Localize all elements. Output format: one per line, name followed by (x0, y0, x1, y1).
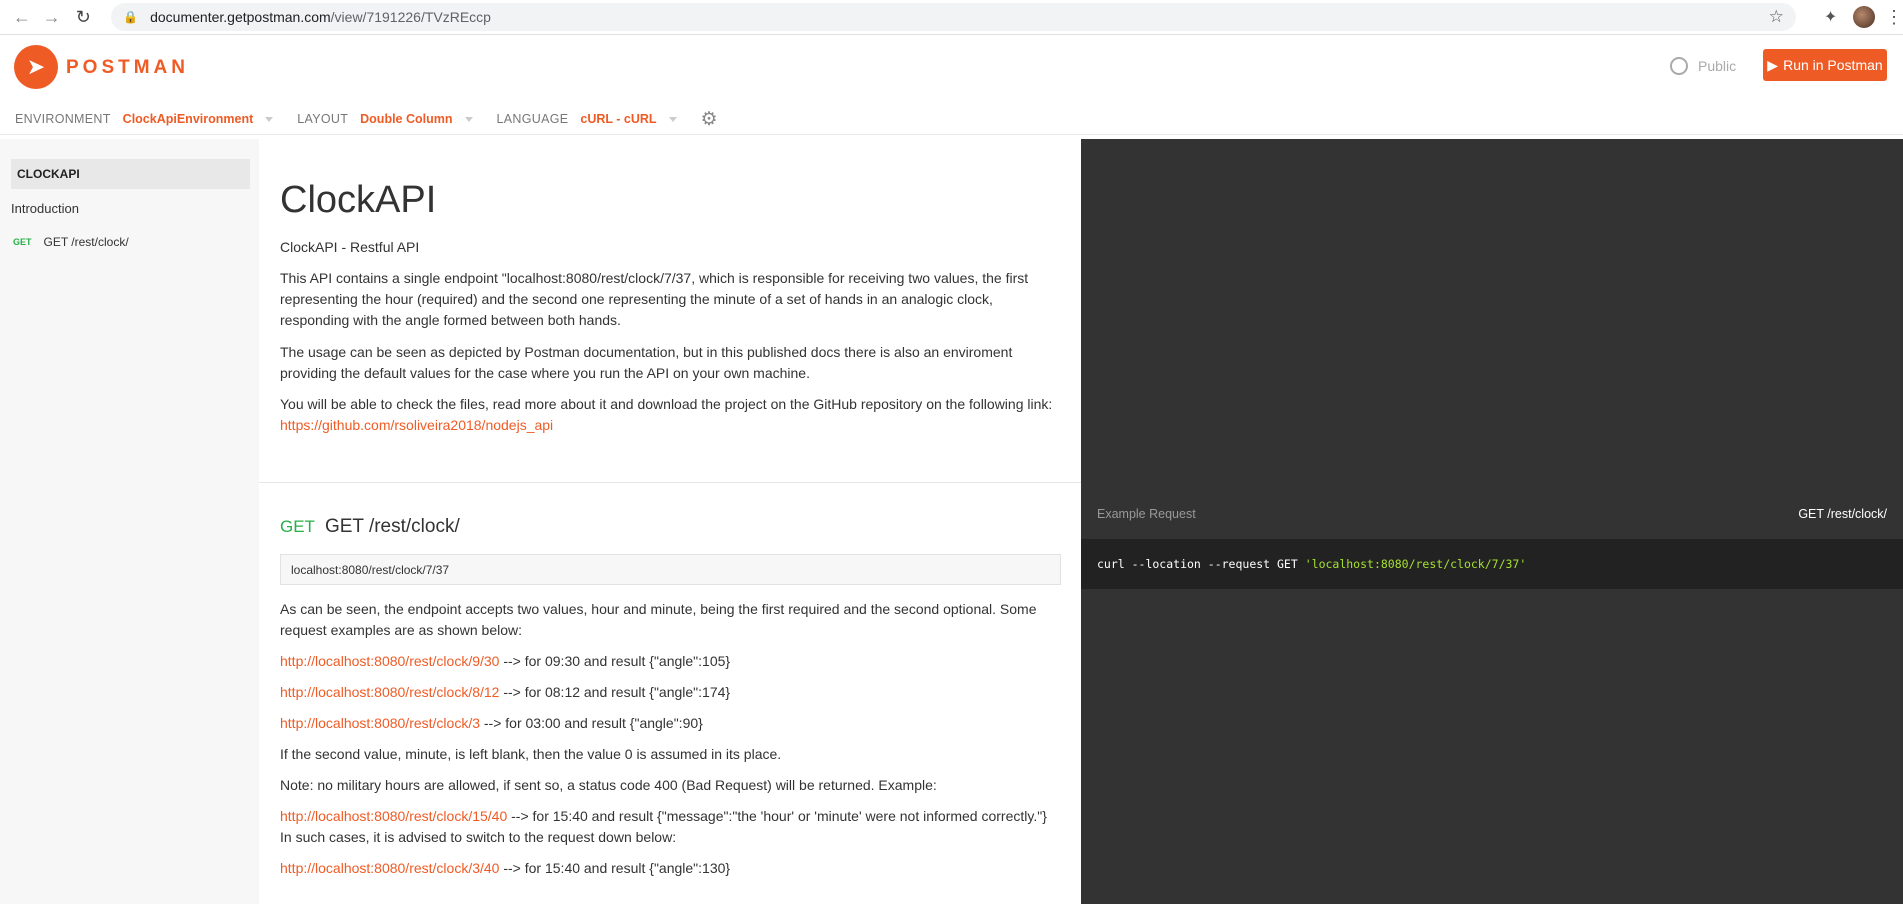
language-label: LANGUAGE (496, 112, 569, 126)
layout-label: LAYOUT (297, 112, 349, 126)
example-text: --> for 03:00 and result {"angle":90} (480, 715, 703, 731)
code-command: curl --location --request GET (1097, 557, 1305, 571)
public-indicator: Public (1670, 57, 1736, 75)
example-line: http://localhost:8080/rest/clock/8/12 --… (280, 682, 1060, 703)
note-blank-minute: If the second value, minute, is left bla… (280, 746, 782, 762)
play-icon: ▶ (1767, 56, 1779, 73)
method-badge: GET (13, 237, 32, 247)
layout-select[interactable]: Double Column (360, 112, 452, 126)
method-badge: GET (280, 517, 315, 536)
example-link[interactable]: http://localhost:8080/rest/clock/15/40 (280, 808, 507, 824)
sidebar: CLOCKAPI Introduction GET GET /rest/cloc… (0, 139, 259, 904)
docs-header: ➤ POSTMAN Public ▶ Run in Postman ENVIRO… (0, 35, 1903, 135)
star-icon[interactable]: ☆ (1769, 7, 1784, 27)
language-select[interactable]: cURL - cURL (580, 112, 656, 126)
example-request-label: Example Request (1097, 507, 1196, 521)
chevron-down-icon[interactable] (265, 116, 274, 122)
github-link[interactable]: https://github.com/rsoliveira2018/nodejs… (280, 417, 553, 433)
menu-icon[interactable]: ⋮ (1885, 7, 1903, 28)
public-label: Public (1698, 58, 1737, 74)
example-line: http://localhost:8080/rest/clock/3 --> f… (280, 713, 1060, 734)
reload-icon[interactable]: ↻ (69, 3, 97, 31)
note-military-hours: Note: no military hours are allowed, if … (280, 777, 937, 793)
url-host: documenter.getpostman.com (150, 9, 331, 25)
page-title: ClockAPI (280, 179, 437, 221)
sidebar-collection[interactable]: CLOCKAPI (11, 159, 250, 189)
gear-icon[interactable]: ⚙ (701, 108, 718, 131)
subtitle: ClockAPI - Restful API (280, 239, 420, 255)
example-link[interactable]: http://localhost:8080/rest/clock/9/30 (280, 653, 499, 669)
settings-row: ENVIRONMENT ClockApiEnvironment LAYOUT D… (0, 108, 718, 131)
puzzle-icon[interactable]: ✦ (1824, 7, 1837, 27)
example-link[interactable]: http://localhost:8080/rest/clock/3/40 (280, 860, 499, 876)
url-path: /view/7191226/TVzREccp (330, 9, 491, 25)
example-text: --> for 09:30 and result {"angle":105} (499, 653, 731, 669)
sidebar-item-introduction[interactable]: Introduction (11, 201, 79, 216)
globe-icon (1670, 57, 1688, 75)
code-snippet[interactable]: curl --location --request GET 'localhost… (1081, 539, 1903, 589)
example-line: http://localhost:8080/rest/clock/9/30 --… (280, 651, 1060, 672)
intro-paragraph-1: This API contains a single endpoint "loc… (280, 270, 1029, 328)
sidebar-item-label: GET /rest/clock/ (43, 235, 129, 249)
avatar[interactable] (1853, 6, 1876, 28)
back-arrow-icon[interactable]: ← (8, 3, 36, 31)
environment-label: ENVIRONMENT (15, 112, 111, 126)
lock-icon: 🔒 (123, 10, 139, 24)
postman-logo-icon[interactable]: ➤ (14, 45, 58, 89)
intro-paragraph-2: The usage can be seen as depicted by Pos… (280, 344, 1013, 381)
run-in-postman-button[interactable]: ▶ Run in Postman (1763, 49, 1887, 81)
environment-select[interactable]: ClockApiEnvironment (123, 112, 254, 126)
endpoint-url[interactable]: localhost:8080/rest/clock/7/37 (280, 554, 1061, 585)
section-divider (259, 482, 1081, 483)
example-endpoint: GET /rest/clock/ (1798, 507, 1887, 521)
paragraph-text: You will be able to check the files, rea… (280, 396, 1053, 412)
example-line: http://localhost:8080/rest/clock/15/40 -… (280, 806, 1060, 848)
forward-arrow-icon[interactable]: → (38, 3, 66, 31)
logo-text[interactable]: POSTMAN (66, 57, 189, 79)
example-link[interactable]: http://localhost:8080/rest/clock/3 (280, 715, 480, 731)
endpoint-title: GET /rest/clock/ (324, 516, 460, 537)
intro-paragraph-3: You will be able to check the files, rea… (280, 394, 1060, 436)
main-content: ClockAPI ClockAPI - Restful API This API… (259, 139, 1081, 904)
code-url: 'localhost:8080/rest/clock/7/37' (1304, 557, 1527, 571)
chevron-down-icon[interactable] (464, 116, 473, 122)
run-button-label: Run in Postman (1783, 57, 1883, 73)
endpoint-heading: GET GET /rest/clock/ (280, 516, 460, 538)
example-line: http://localhost:8080/rest/clock/3/40 --… (280, 858, 1060, 879)
browser-toolbar: ← → ↻ 🔒 documenter.getpostman.com /view/… (0, 0, 1903, 35)
example-panel: Example Request GET /rest/clock/ curl --… (1081, 139, 1903, 904)
example-link[interactable]: http://localhost:8080/rest/clock/8/12 (280, 684, 499, 700)
chevron-down-icon[interactable] (668, 116, 677, 122)
address-bar[interactable]: 🔒 documenter.getpostman.com /view/719122… (111, 3, 1796, 31)
endpoint-description: As can be seen, the endpoint accepts two… (280, 601, 1037, 638)
sidebar-item-get-clock[interactable]: GET GET /rest/clock/ (13, 235, 129, 249)
example-text: --> for 08:12 and result {"angle":174} (499, 684, 731, 700)
example-text: --> for 15:40 and result {"angle":130} (499, 860, 731, 876)
